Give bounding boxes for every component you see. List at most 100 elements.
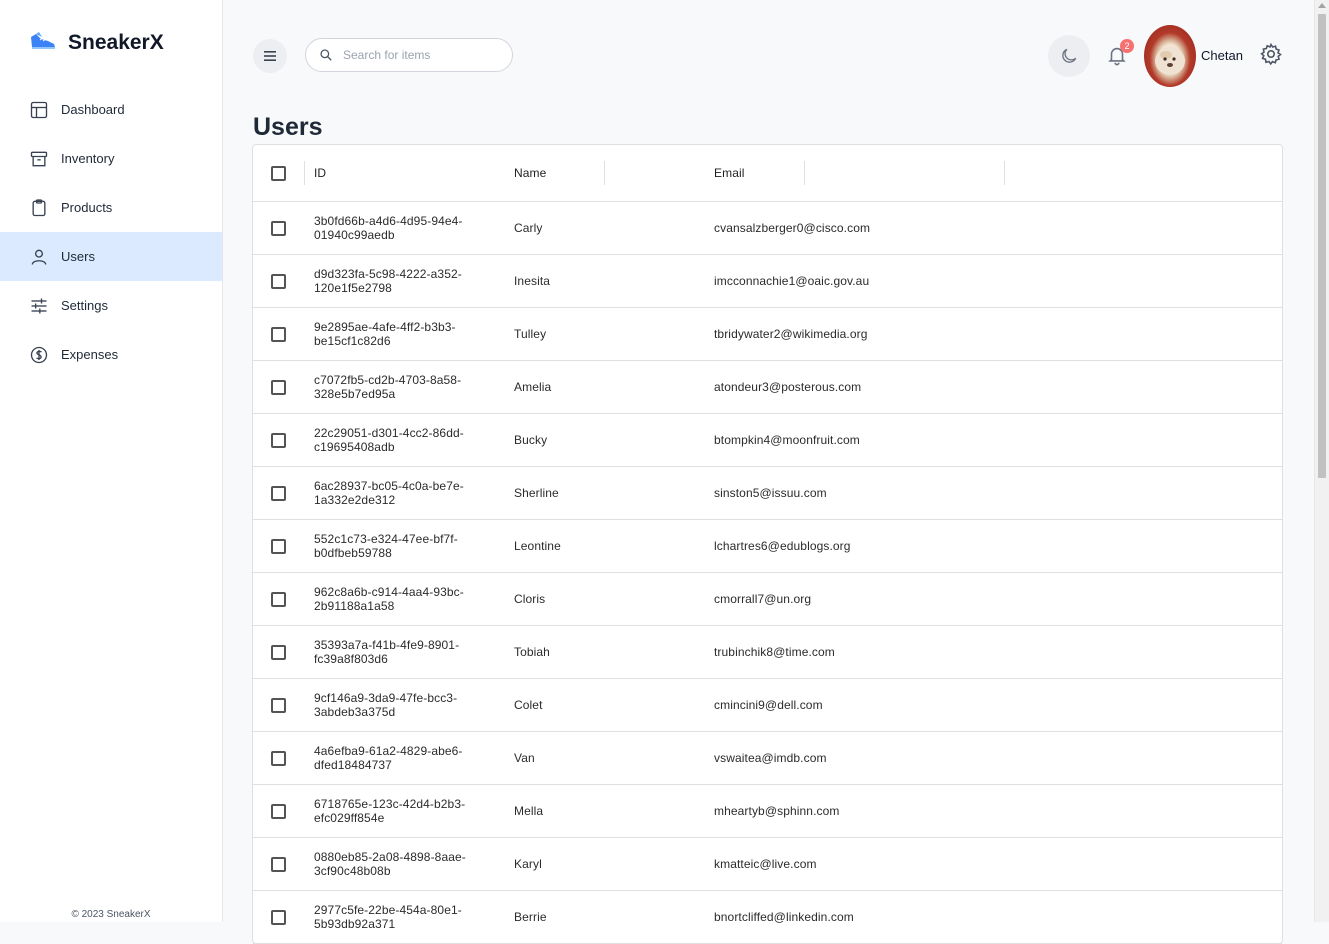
sidebar-item-settings[interactable]: Settings <box>0 281 222 330</box>
row-checkbox[interactable] <box>271 379 286 395</box>
sidebar-item-label: Products <box>61 200 113 215</box>
brand[interactable]: SneakerX <box>28 28 164 57</box>
archive-icon <box>30 151 48 166</box>
cell-id: 9cf146a9-3da9-47fe-bcc3-3abdeb3a375d <box>314 691 458 719</box>
table-row[interactable]: 22c29051-d301-4cc2-86dd-c19695408adb Buc… <box>253 414 1282 467</box>
row-checkbox[interactable] <box>271 591 286 607</box>
clipboard-icon <box>32 198 46 216</box>
column-separator[interactable] <box>304 161 305 185</box>
dashboard-icon <box>30 101 48 118</box>
cell-id: 6718765e-123c-42d4-b2b3-efc029ff854e <box>314 797 466 825</box>
cell-email: vswaitea@imdb.com <box>714 751 827 765</box>
column-separator[interactable] <box>804 161 805 185</box>
row-checkbox[interactable] <box>271 326 286 342</box>
row-checkbox[interactable] <box>271 856 286 872</box>
cell-id: d9d323fa-5c98-4222-a352-120e1f5e2798 <box>314 267 462 295</box>
cell-id: 4a6efba9-61a2-4829-abe6-dfed18484737 <box>314 744 463 772</box>
row-checkbox[interactable] <box>271 803 286 819</box>
cell-id: 22c29051-d301-4cc2-86dd-c19695408adb <box>314 426 464 454</box>
table-row[interactable]: 6ac28937-bc05-4c0a-be7e-1a332e2de312 She… <box>253 467 1282 520</box>
table-row[interactable]: d9d323fa-5c98-4222-a352-120e1f5e2798 Ine… <box>253 255 1282 308</box>
row-checkbox[interactable] <box>271 538 286 554</box>
cell-id: 2977c5fe-22be-454a-80e1-5b93db92a371 <box>314 903 462 931</box>
cell-name: Cloris <box>514 592 546 606</box>
cell-id: 9e2895ae-4afe-4ff2-b3b3-be15cf1c82d6 <box>314 320 456 348</box>
scrollbar-thumb[interactable] <box>1318 14 1326 478</box>
row-checkbox[interactable] <box>271 644 286 660</box>
user-icon <box>31 249 47 265</box>
row-checkbox[interactable] <box>271 909 286 925</box>
search-icon <box>320 49 332 61</box>
sidebar-nav: Dashboard Inventory Products Users Setti… <box>0 85 222 379</box>
row-checkbox[interactable] <box>271 273 286 289</box>
cell-id: 0880eb85-2a08-4898-8aae-3cf90c48b08b <box>314 850 466 878</box>
select-all-checkbox[interactable] <box>271 165 286 181</box>
column-header-id[interactable]: ID <box>304 161 504 185</box>
cell-name: Leontine <box>514 539 561 553</box>
cell-email: atondeur3@posterous.com <box>714 380 862 394</box>
cell-name: Sherline <box>514 486 559 500</box>
table-row[interactable]: 552c1c73-e324-47ee-bf7f-b0dfbeb59788 Leo… <box>253 520 1282 573</box>
table-row[interactable]: 2977c5fe-22be-454a-80e1-5b93db92a371 Ber… <box>253 891 1282 944</box>
table-row[interactable]: 6718765e-123c-42d4-b2b3-efc029ff854e Mel… <box>253 785 1282 838</box>
avatar[interactable] <box>1144 25 1196 87</box>
users-table: ID Name Email 3b0fd66b-a4d6-4d95-94e4-01… <box>252 144 1283 944</box>
row-checkbox[interactable] <box>271 485 286 501</box>
search-input[interactable] <box>341 47 505 63</box>
cell-name: Tobiah <box>514 645 550 659</box>
cell-id: 6ac28937-bc05-4c0a-be7e-1a332e2de312 <box>314 479 464 507</box>
table-row[interactable]: 3b0fd66b-a4d6-4d95-94e4-01940c99aedb Car… <box>253 202 1282 255</box>
cell-id: 962c8a6b-c914-4aa4-93bc-2b91188a1a58 <box>314 585 464 613</box>
search-bar <box>305 38 513 72</box>
copyright-text: © 2023 SneakerX <box>71 909 151 920</box>
row-checkbox[interactable] <box>271 432 286 448</box>
table-row[interactable]: 962c8a6b-c914-4aa4-93bc-2b91188a1a58 Clo… <box>253 573 1282 626</box>
column-separator[interactable] <box>604 161 605 185</box>
scroll-up-arrow-icon[interactable] <box>1318 3 1326 8</box>
cell-name: Tulley <box>514 327 547 341</box>
cell-email: tbridywater2@wikimedia.org <box>714 327 868 341</box>
table-row[interactable]: c7072fb5-cd2b-4703-8a58-328e5b7ed95a Ame… <box>253 361 1282 414</box>
cell-name: Amelia <box>514 380 552 394</box>
row-checkbox[interactable] <box>271 697 286 713</box>
menu-toggle-button[interactable] <box>253 39 287 73</box>
row-checkbox[interactable] <box>271 750 286 766</box>
sliders-icon <box>31 298 47 313</box>
dollar-icon <box>30 346 48 363</box>
cell-name: Mella <box>514 804 544 818</box>
cell-email: mheartyb@sphinn.com <box>714 804 840 818</box>
row-checkbox[interactable] <box>271 220 286 236</box>
table-row[interactable]: 4a6efba9-61a2-4829-abe6-dfed18484737 Van… <box>253 732 1282 785</box>
gear-icon[interactable] <box>1259 42 1283 66</box>
cell-name: Colet <box>514 698 543 712</box>
cell-name: Karyl <box>514 857 542 871</box>
sidebar-item-expenses[interactable]: Expenses <box>0 330 222 379</box>
sidebar-item-inventory[interactable]: Inventory <box>0 134 222 183</box>
cell-name: Inesita <box>514 274 551 288</box>
cell-id: 552c1c73-e324-47ee-bf7f-b0dfbeb59788 <box>314 532 458 560</box>
cell-email: cmincini9@dell.com <box>714 698 823 712</box>
sidebar-item-label: Users <box>61 249 95 264</box>
sidebar-item-users[interactable]: Users <box>0 232 222 281</box>
sidebar-item-label: Inventory <box>61 151 115 166</box>
cell-name: Bucky <box>514 433 548 447</box>
cell-email: imcconnachie1@oaic.gov.au <box>714 274 870 288</box>
cell-name: Carly <box>514 221 543 235</box>
table-row[interactable]: 0880eb85-2a08-4898-8aae-3cf90c48b08b Kar… <box>253 838 1282 891</box>
brand-name: SneakerX <box>68 30 164 54</box>
table-row[interactable]: 9e2895ae-4afe-4ff2-b3b3-be15cf1c82d6 Tul… <box>253 308 1282 361</box>
cell-email: cmorrall7@un.org <box>714 592 812 606</box>
user-name[interactable]: Chetan <box>1201 48 1243 63</box>
cell-email: cvansalzberger0@cisco.com <box>714 221 871 235</box>
sidebar-item-products[interactable]: Products <box>0 183 222 232</box>
cell-id: 35393a7a-f41b-4fe9-8901-fc39a8f803d6 <box>314 638 460 666</box>
table-row[interactable]: 35393a7a-f41b-4fe9-8901-fc39a8f803d6 Tob… <box>253 626 1282 679</box>
theme-toggle-button[interactable] <box>1048 35 1090 77</box>
sidebar-item-dashboard[interactable]: Dashboard <box>0 85 222 134</box>
page-scrollbar[interactable] <box>1314 0 1329 922</box>
sidebar-item-label: Expenses <box>61 347 119 362</box>
table-row[interactable]: 9cf146a9-3da9-47fe-bcc3-3abdeb3a375d Col… <box>253 679 1282 732</box>
sidebar-item-label: Settings <box>61 298 108 313</box>
column-separator[interactable] <box>1004 161 1005 185</box>
hamburger-icon <box>264 51 276 61</box>
